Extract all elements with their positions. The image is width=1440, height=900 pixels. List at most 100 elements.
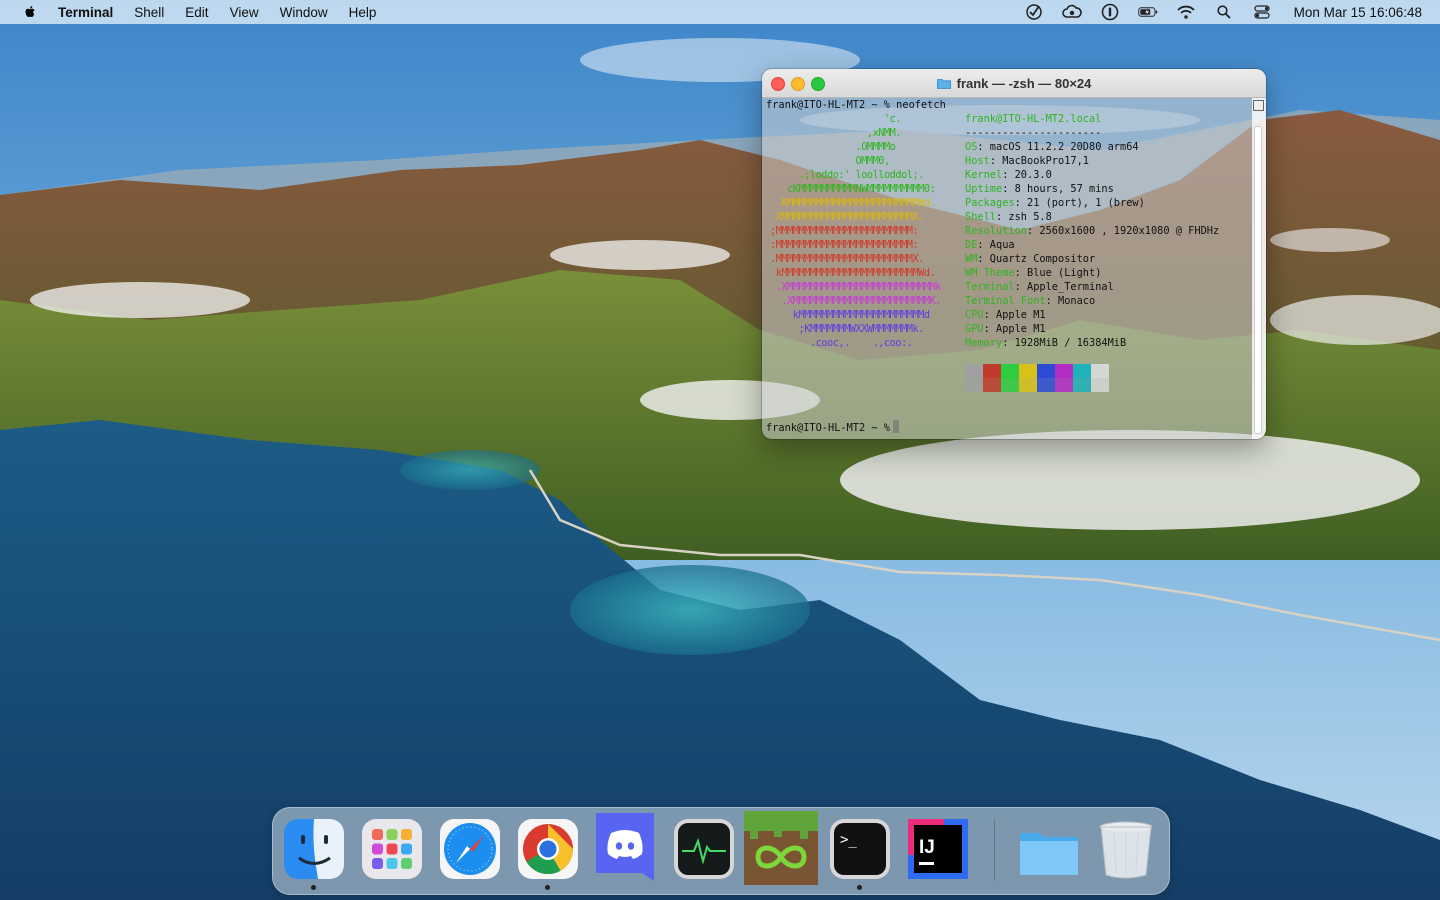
ascii-art-line: .XMMMMMMMMMMMMMMMMMMMMMMMMK.: [770, 295, 941, 307]
running-indicator: [857, 885, 862, 890]
ascii-art-line: ;KMMMMMMMWXXWMMMMMMMk.: [770, 323, 924, 335]
ascii-art-line: cKMMMMMMMMMMNWMMMMMMMMMM0:: [770, 183, 936, 195]
ascii-art-line: .KMMMMMMMMMMMMMMMMMMMMMMMWd.: [770, 197, 936, 209]
info-row: Memory: 1928MiB / 16384MiB: [965, 336, 1126, 350]
dock-finder[interactable]: [282, 817, 346, 890]
shell-prompt[interactable]: frank@ITO-HL-MT2 ~ %: [766, 420, 899, 435]
info-key: Memory: [965, 337, 1003, 349]
battery-charging-icon[interactable]: [1137, 3, 1158, 21]
palette-swatch: [1091, 364, 1109, 378]
info-key: Kernel: [965, 169, 1003, 181]
dock-safari[interactable]: [438, 817, 502, 881]
info-key: OS: [965, 141, 978, 153]
info-row: CPU: Apple M1: [965, 308, 1046, 322]
neofetch-header: frank@ITO-HL-MT2.local: [965, 113, 1102, 125]
palette-swatch-bright: [1037, 378, 1055, 392]
wifi-icon[interactable]: [1176, 3, 1196, 21]
palette-swatch: [983, 364, 1001, 378]
spotlight-search-icon[interactable]: [1214, 3, 1234, 21]
menu-edit[interactable]: Edit: [185, 5, 208, 20]
info-value: : 2560x1600 , 1920x1080 @ FHDHz: [1027, 225, 1220, 237]
ascii-art-line: 'c.: [770, 113, 902, 125]
info-row: WM Theme: Blue (Light): [965, 266, 1101, 280]
dock-downloads-folder[interactable]: [1016, 817, 1080, 881]
intellij-idea-icon: IJ: [908, 819, 968, 879]
creative-cloud-icon[interactable]: [1061, 3, 1082, 21]
info-value: : MacBookPro17,1: [989, 155, 1090, 167]
info-key: Terminal Font: [965, 295, 1046, 307]
dock-discord[interactable]: [592, 811, 658, 885]
dock-separator: [994, 819, 995, 881]
menu-window[interactable]: Window: [280, 5, 328, 20]
running-indicator: [311, 885, 316, 890]
ascii-art-line: .OMMMMo: [770, 141, 896, 153]
task-checkmark-icon[interactable]: [1024, 3, 1044, 21]
info-value: : 1928MiB / 16384MiB: [1002, 337, 1127, 349]
dock-trash[interactable]: [1094, 817, 1158, 881]
terminal-window[interactable]: frank — -zsh — 80×24 frank@ITO-HL-MT2 ~ …: [762, 69, 1266, 439]
info-row: Shell: zsh 5.8: [965, 210, 1052, 224]
palette-swatch-bright: [1001, 378, 1019, 392]
info-value: : zsh 5.8: [996, 211, 1052, 223]
info-row: Terminal Font: Monaco: [965, 294, 1095, 308]
info-row: Packages: 21 (port), 1 (brew): [965, 196, 1145, 210]
ascii-art-line: :MMMMMMMMMMMMMMMMMMMMMMMM:: [770, 239, 919, 251]
safari-icon: [440, 819, 500, 879]
ascii-art-line: .MMMMMMMMMMMMMMMMMMMMMMMMX.: [770, 253, 924, 265]
scrollbar-thumb[interactable]: [1254, 126, 1262, 434]
terminal-content[interactable]: frank@ITO-HL-MT2 ~ % neofetch 'c. ,xNMM.…: [762, 98, 1266, 439]
onepassword-icon[interactable]: [1100, 3, 1120, 21]
info-value: : 8 hours, 57 mins: [1002, 183, 1114, 195]
activity-monitor-icon: [674, 819, 734, 879]
minecraft-launcher-icon: [744, 811, 818, 885]
info-row: OS: macOS 11.2.2 20D80 arm64: [965, 140, 1139, 154]
window-title: frank — -zsh — 80×24: [956, 75, 1092, 91]
info-key: DE: [965, 239, 978, 251]
control-center-icon[interactable]: [1252, 3, 1272, 21]
dock-terminal[interactable]: >_: [828, 817, 892, 890]
launchpad-icon: [362, 819, 422, 879]
info-row: Resolution: 2560x1600 , 1920x1080 @ FHDH…: [965, 224, 1219, 238]
neofetch-separator: ----------------------: [965, 127, 1102, 139]
info-value: : Apple M1: [983, 323, 1046, 335]
info-row: Terminal: Apple_Terminal: [965, 280, 1114, 294]
info-value: : Apple_Terminal: [1014, 281, 1114, 293]
palette-swatch-bright: [983, 378, 1001, 392]
palette-swatch: [965, 364, 983, 378]
palette-swatch-bright: [1019, 378, 1037, 392]
palette-swatch-bright: [1091, 378, 1109, 392]
dock-launchpad[interactable]: [360, 817, 424, 881]
folder-icon: [1020, 833, 1078, 875]
info-key: Host: [965, 155, 990, 167]
dock: >_ IJ: [272, 807, 1170, 895]
apple-menu-icon[interactable]: [22, 4, 38, 20]
info-value: : Aqua: [977, 239, 1015, 251]
home-folder-icon: [936, 78, 951, 89]
menu-view[interactable]: View: [230, 5, 259, 20]
dock-chrome[interactable]: [516, 817, 580, 890]
window-title-group: frank — -zsh — 80×24: [762, 69, 1266, 97]
menu-help[interactable]: Help: [349, 5, 377, 20]
palette-swatch-bright: [965, 378, 983, 392]
ascii-art-line: .cooc,. .,coo:.: [770, 337, 913, 349]
app-menu-terminal[interactable]: Terminal: [58, 5, 113, 20]
ascii-art-line: ;MMMMMMMMMMMMMMMMMMMMMMMM:: [770, 225, 919, 237]
window-titlebar[interactable]: frank — -zsh — 80×24: [762, 69, 1266, 98]
menu-bar-clock[interactable]: Mon Mar 15 16:06:48: [1294, 5, 1422, 20]
split-pane-icon[interactable]: [1253, 100, 1264, 111]
palette-swatch: [1019, 364, 1037, 378]
dock-intellij-idea[interactable]: IJ: [906, 817, 970, 881]
palette-swatch-bright: [1073, 378, 1091, 392]
dock-minecraft-launcher[interactable]: [744, 811, 818, 885]
info-key: Packages: [965, 197, 1015, 209]
info-value: : 20.3.0: [1002, 169, 1052, 181]
ascii-art-line: XMMMMMMMMMMMMMMMMMMMMMMMX.: [770, 211, 925, 223]
info-value: : Apple M1: [983, 309, 1046, 321]
vertical-scrollbar[interactable]: [1252, 98, 1266, 439]
info-key: Shell: [965, 211, 996, 223]
status-area: Mon Mar 15 16:06:48: [1006, 0, 1422, 24]
ascii-art-line: .;loddo:' loolloddol;.: [770, 169, 924, 181]
dock-activity-monitor[interactable]: [672, 817, 736, 881]
menu-shell[interactable]: Shell: [134, 5, 164, 20]
palette-swatch: [1073, 364, 1091, 378]
